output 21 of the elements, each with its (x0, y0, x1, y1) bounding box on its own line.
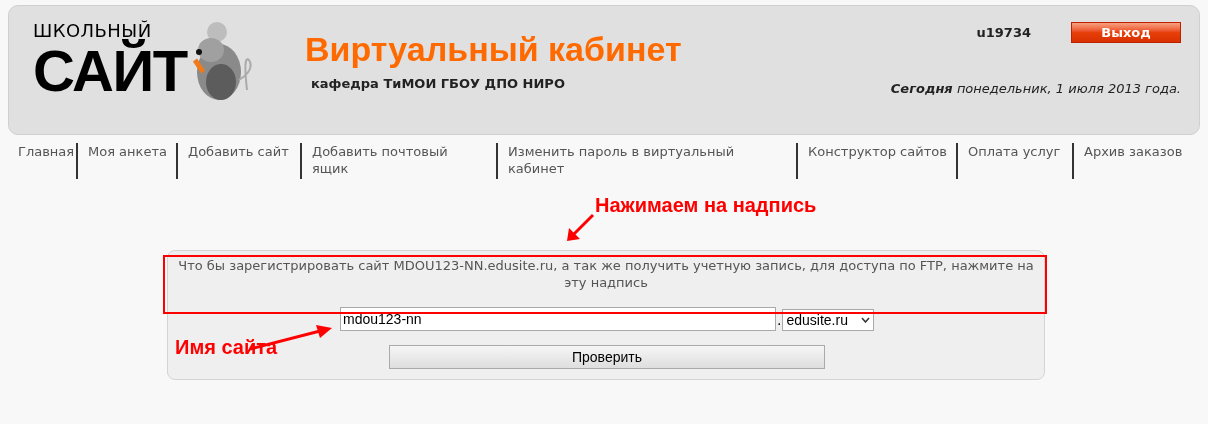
nav-link[interactable]: Архив заказов (1084, 143, 1192, 160)
username: u19734 (976, 23, 1031, 42)
date-text: Сегодня понедельник, 1 июля 2013 года. (890, 80, 1181, 98)
nav-link[interactable]: Добавить почтовый ящик (312, 143, 496, 177)
register-notice[interactable]: Что бы зарегистрировать сайт MDOU123-NN.edusite.ru, а так же получить учетную запись, для доступа по FTP, нажмите на эту надпись (168, 251, 1044, 295)
logout-button[interactable]: Выход (1071, 22, 1181, 43)
nav-link[interactable]: Моя анкета (88, 143, 176, 160)
nav-link[interactable]: Добавить сайт (188, 143, 300, 160)
check-button[interactable]: Проверить (389, 345, 825, 369)
dot-text: . (777, 311, 782, 330)
dropdown-caret-icon (861, 317, 871, 323)
page-title: Виртуальный кабинет (305, 30, 682, 68)
subtitle: кафедра ТиМОИ ГБОУ ДПО НИРО (311, 75, 565, 93)
site-name-field[interactable]: mdou123-nn (340, 307, 776, 331)
nav-link[interactable]: Оплата услуг (968, 143, 1072, 160)
arrow-icon (565, 213, 595, 243)
nav-link[interactable]: Главная (18, 143, 76, 160)
domain-select[interactable]: edusite.ru (782, 309, 875, 331)
nav-link[interactable]: Изменить пароль в виртуальный кабинет (508, 143, 796, 177)
annotation-text: Нажимаем на надпись (595, 193, 817, 217)
nav-link[interactable]: Конструктор сайтов (808, 143, 956, 160)
